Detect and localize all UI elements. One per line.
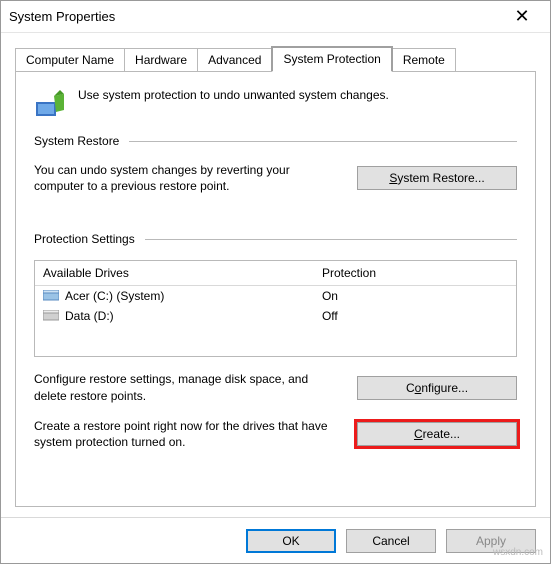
drive-icon bbox=[43, 290, 59, 302]
tab-advanced[interactable]: Advanced bbox=[197, 48, 272, 72]
table-row[interactable]: Acer (C:) (System) On bbox=[35, 286, 516, 306]
tab-panel: Use system protection to undo unwanted s… bbox=[15, 71, 536, 507]
configure-button[interactable]: Configure... bbox=[357, 376, 517, 400]
configure-text: Configure restore settings, manage disk … bbox=[34, 371, 339, 403]
col-protection: Protection bbox=[314, 261, 516, 286]
ok-button[interactable]: OK bbox=[246, 529, 336, 553]
drive-icon bbox=[43, 310, 59, 322]
drive-protection: On bbox=[314, 286, 516, 306]
intro-text: Use system protection to undo unwanted s… bbox=[78, 88, 389, 102]
tab-computer-name[interactable]: Computer Name bbox=[15, 48, 125, 72]
create-text: Create a restore point right now for the… bbox=[34, 418, 339, 450]
tab-system-protection[interactable]: System Protection bbox=[271, 46, 392, 72]
system-restore-heading-row: System Restore bbox=[34, 134, 517, 148]
system-restore-heading: System Restore bbox=[34, 134, 119, 148]
titlebar: System Properties ✕ bbox=[1, 1, 550, 33]
configure-row: Configure restore settings, manage disk … bbox=[34, 371, 517, 403]
cancel-button[interactable]: Cancel bbox=[346, 529, 436, 553]
window-title: System Properties bbox=[9, 9, 115, 24]
close-icon[interactable]: ✕ bbox=[502, 6, 542, 27]
drive-name: Acer (C:) (System) bbox=[65, 289, 164, 303]
apply-button[interactable]: Apply bbox=[446, 529, 536, 553]
drives-table: Available Drives Protection Acer (C:) (S… bbox=[34, 260, 517, 357]
create-button[interactable]: Create... bbox=[357, 422, 517, 446]
drive-name: Data (D:) bbox=[65, 309, 114, 323]
create-row: Create a restore point right now for the… bbox=[34, 418, 517, 450]
tab-hardware[interactable]: Hardware bbox=[124, 48, 198, 72]
divider bbox=[129, 141, 517, 142]
system-restore-button[interactable]: System Restore... bbox=[357, 166, 517, 190]
system-restore-text: You can undo system changes by reverting… bbox=[34, 162, 339, 194]
table-row[interactable]: Data (D:) Off bbox=[35, 306, 516, 326]
col-available-drives: Available Drives bbox=[35, 261, 314, 286]
protection-settings-heading-row: Protection Settings bbox=[34, 232, 517, 246]
system-restore-icon bbox=[34, 88, 66, 120]
dialog-footer: OK Cancel Apply bbox=[1, 517, 550, 563]
intro-row: Use system protection to undo unwanted s… bbox=[34, 88, 517, 120]
table-body: Acer (C:) (System) On Data (D:) Off bbox=[35, 286, 516, 356]
table-header: Available Drives Protection bbox=[35, 261, 516, 286]
tab-remote[interactable]: Remote bbox=[392, 48, 456, 72]
system-restore-row: You can undo system changes by reverting… bbox=[34, 162, 517, 194]
system-properties-window: System Properties ✕ Computer Name Hardwa… bbox=[0, 0, 551, 564]
divider bbox=[145, 239, 517, 240]
protection-settings-heading: Protection Settings bbox=[34, 232, 135, 246]
tab-strip: Computer Name Hardware Advanced System P… bbox=[15, 48, 536, 72]
drive-protection: Off bbox=[314, 306, 516, 326]
